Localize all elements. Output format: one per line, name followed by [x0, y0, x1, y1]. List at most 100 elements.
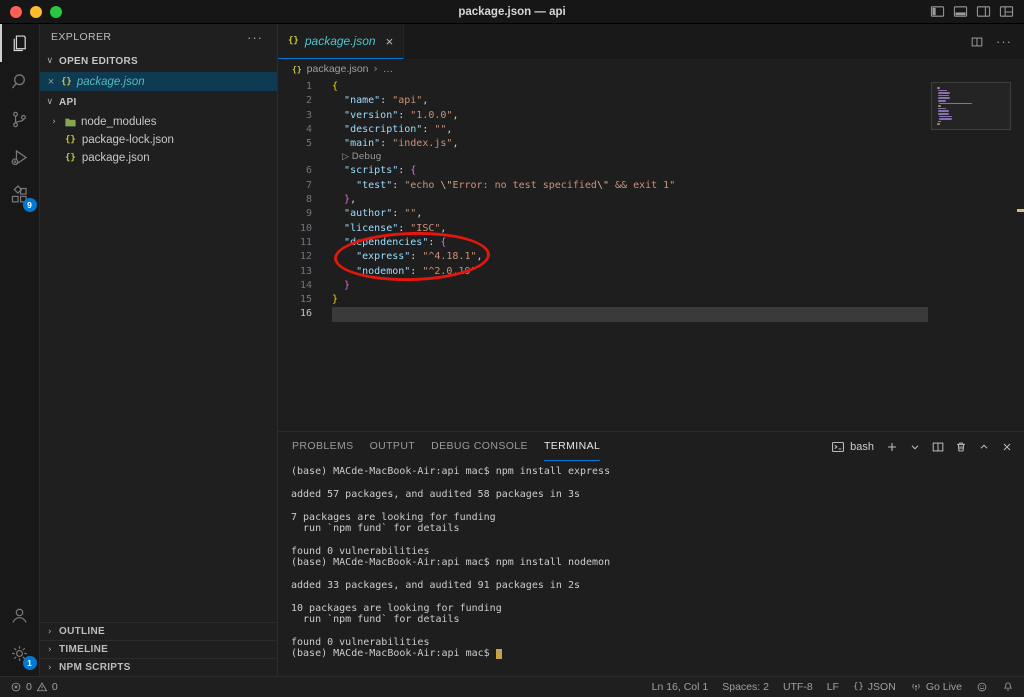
code-line[interactable]: 12 "express": "^4.18.1",: [278, 250, 1024, 264]
code-line[interactable]: 1{: [278, 80, 1024, 94]
language-mode-indicator[interactable]: {} JSON: [853, 681, 896, 693]
explorer-more-actions-icon[interactable]: ···: [247, 30, 263, 45]
code-line[interactable]: 6 "scripts": {: [278, 164, 1024, 178]
activitybar-source-control[interactable]: [0, 100, 40, 138]
encoding-indicator[interactable]: UTF-8: [783, 681, 813, 693]
open-editor-label: package.json: [76, 75, 145, 88]
open-editors-header[interactable]: ∨ OPEN EDITORS: [40, 50, 277, 72]
code-line[interactable]: 9 "author": "",: [278, 207, 1024, 221]
activitybar-search[interactable]: [0, 62, 40, 100]
minimap-line: [939, 118, 952, 120]
feedback-icon[interactable]: [976, 681, 988, 693]
minimap-line: [938, 120, 942, 123]
minimap-line: [938, 89, 947, 92]
minimap-line: [939, 102, 973, 105]
code-line[interactable]: 4 "description": "",: [278, 123, 1024, 137]
line-number: 4: [305, 123, 312, 135]
line-text: "description": "",: [344, 123, 453, 135]
activitybar-account[interactable]: [0, 596, 40, 634]
code-line[interactable]: 3 "version": "1.0.0",: [278, 109, 1024, 123]
code-line[interactable]: 8 },: [278, 193, 1024, 207]
minimap-line: [938, 99, 946, 102]
broadcast-icon: [910, 681, 922, 693]
tab-close-icon[interactable]: ×: [386, 34, 394, 49]
zoom-window-button[interactable]: [50, 5, 62, 18]
minimap-line: [938, 105, 942, 107]
maximize-panel-icon[interactable]: [977, 440, 991, 454]
cursor-position-indicator[interactable]: Ln 16, Col 1: [652, 681, 709, 693]
kill-terminal-icon[interactable]: [954, 440, 968, 454]
new-terminal-icon[interactable]: [885, 440, 899, 454]
activitybar-run-debug[interactable]: [0, 138, 40, 176]
indentation-indicator[interactable]: Spaces: 2: [722, 681, 769, 693]
layout-controls: [930, 4, 1024, 19]
code-line[interactable]: 14 }: [278, 279, 1024, 293]
code-line[interactable]: 13 "nodemon": "^2.0.19": [278, 265, 1024, 279]
go-live-button[interactable]: Go Live: [910, 681, 962, 693]
terminal-output[interactable]: (base) MACde-MacBook-Air:api mac$ npm in…: [278, 461, 1024, 676]
codelens-row[interactable]: ▷ Debug: [278, 151, 1024, 164]
minimap[interactable]: [931, 82, 1011, 130]
timeline-section-header[interactable]: › TIMELINE: [40, 640, 277, 658]
files-icon: [9, 33, 30, 54]
terminal-icon: [831, 440, 845, 454]
close-window-button[interactable]: [10, 5, 22, 18]
tree-item-node-modules[interactable]: › node_modules: [40, 113, 277, 131]
terminal-dropdown-icon[interactable]: [908, 440, 922, 454]
panel-tab-debug-console[interactable]: DEBUG CONSOLE: [431, 432, 528, 461]
toggle-secondary-sidebar-icon[interactable]: [976, 4, 991, 19]
editor-actions: ···: [970, 24, 1024, 59]
breadcrumb-file[interactable]: package.json: [307, 63, 369, 75]
activitybar-extensions[interactable]: 9: [0, 176, 40, 214]
activitybar-settings[interactable]: 1: [0, 634, 40, 672]
run-debug-icon: [9, 147, 30, 168]
customize-layout-icon[interactable]: [999, 4, 1014, 19]
terminal-line: (base) MACde-MacBook-Air:api mac$ npm in…: [291, 466, 611, 477]
npm-scripts-section-header[interactable]: › NPM SCRIPTS: [40, 658, 277, 676]
tree-item-package-lock[interactable]: {} package-lock.json: [40, 131, 277, 149]
tab-package-json[interactable]: {} package.json ×: [278, 24, 405, 59]
tab-bar: {} package.json × ···: [278, 24, 1024, 59]
notifications-bell-icon[interactable]: [1002, 681, 1014, 693]
minimize-window-button[interactable]: [30, 5, 42, 18]
problems-indicator[interactable]: 0 0: [10, 681, 58, 693]
status-bar: 0 0 Ln 16, Col 1 Spaces: 2 UTF-8 LF {} J…: [0, 676, 1024, 697]
shell-selector[interactable]: bash: [831, 440, 874, 454]
open-editor-item-package-json[interactable]: × {} package.json: [40, 72, 277, 91]
minimap-line: [937, 123, 940, 125]
code-line[interactable]: 5 "main": "index.js",: [278, 137, 1024, 151]
toggle-primary-sidebar-icon[interactable]: [930, 4, 945, 19]
tree-item-package-json[interactable]: {} package.json: [40, 149, 277, 167]
line-number: 1: [305, 81, 312, 92]
code-line[interactable]: 2 "name": "api",: [278, 94, 1024, 108]
search-icon: [9, 71, 30, 92]
line-text: "nodemon": "^2.0.19": [356, 265, 477, 277]
tree-item-label: package-lock.json: [81, 134, 174, 146]
code-line[interactable]: 10 "license": "ISC",: [278, 222, 1024, 236]
panel-tab-problems[interactable]: PROBLEMS: [292, 432, 354, 461]
close-editor-icon[interactable]: ×: [46, 76, 56, 88]
outline-section-header[interactable]: › OUTLINE: [40, 622, 277, 640]
code-editor[interactable]: 1{2 "name": "api", 3 "version": "1.0.0", 4…: [278, 79, 1024, 431]
terminal-line: run `npm fund` for details: [291, 614, 460, 626]
activitybar-explorer[interactable]: [0, 24, 40, 62]
panel-tab-terminal[interactable]: TERMINAL: [543, 432, 601, 461]
split-editor-icon[interactable]: [970, 35, 984, 49]
line-text: "version": "1.0.0",: [344, 109, 459, 121]
line-number: 13: [299, 265, 312, 277]
breadcrumb-more[interactable]: …: [383, 63, 394, 75]
split-terminal-icon[interactable]: [931, 440, 945, 454]
folder-section-header[interactable]: ∨ API: [40, 91, 277, 113]
breadcrumb[interactable]: {} package.json › …: [278, 59, 1024, 79]
code-line[interactable]: 11 "dependencies": {: [278, 236, 1024, 250]
code-line[interactable]: 15}: [278, 293, 1024, 307]
line-text: "express": "^4.18.1",: [356, 251, 483, 263]
eol-indicator[interactable]: LF: [827, 681, 839, 693]
close-panel-icon[interactable]: [1000, 440, 1014, 454]
code-line[interactable]: 7 "test": "echo \"Error: no test specifi…: [278, 179, 1024, 193]
toggle-panel-icon[interactable]: [953, 4, 968, 19]
panel-tab-output[interactable]: OUTPUT: [370, 432, 416, 461]
editor-more-actions-icon[interactable]: ···: [996, 34, 1012, 49]
code-line[interactable]: 16: [278, 307, 1024, 322]
